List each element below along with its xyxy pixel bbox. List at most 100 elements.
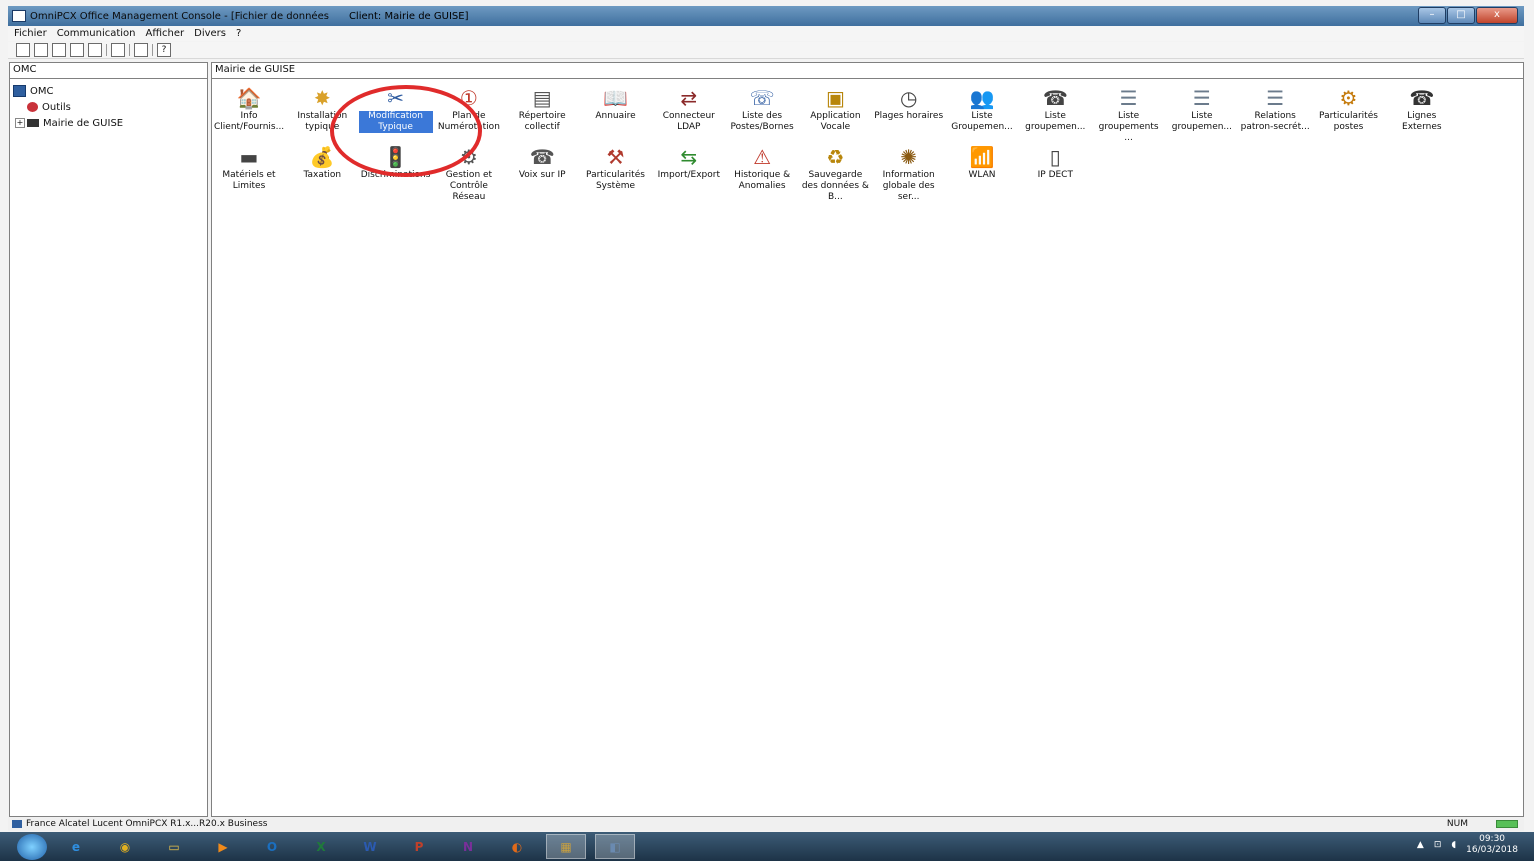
hardware-icon: ▬ — [239, 145, 259, 169]
network-icon[interactable]: ⊡ — [1434, 840, 1442, 850]
console-item[interactable]: ◷ Plages horaires — [872, 81, 946, 122]
minimize-button[interactable]: – — [1418, 7, 1446, 24]
console-item[interactable]: ⚙ Particularités postes — [1312, 81, 1386, 133]
console-item[interactable]: 📖 Annuaire — [579, 81, 653, 122]
console-item[interactable]: 👥 Liste Groupemen... — [945, 81, 1019, 133]
console-item-label: Liste groupements ... — [1098, 111, 1159, 143]
start-button[interactable] — [17, 833, 47, 860]
console-item[interactable]: ☎ Voix sur IP — [505, 140, 579, 181]
word-icon[interactable]: W — [350, 834, 390, 859]
console-item[interactable]: ⚒ Particularités Système — [579, 140, 653, 192]
console-item[interactable]: ▯ IP DECT — [1018, 140, 1092, 181]
menu-divers[interactable]: Divers — [194, 28, 226, 39]
tree-item-mairie[interactable]: + Mairie de GUISE — [13, 115, 207, 131]
tree-pane-header: OMC — [10, 63, 207, 79]
omc-app-icon[interactable]: ◧ — [595, 834, 635, 859]
backup-icon: ♻ — [826, 145, 845, 169]
tree-item-outils[interactable]: Outils — [13, 99, 207, 115]
clock[interactable]: 09:30 16/03/2018 — [1466, 834, 1518, 856]
console-item-label: Plages horaires — [874, 111, 944, 121]
console-item[interactable]: ☰ Liste groupements ... — [1092, 81, 1166, 144]
console-item[interactable]: ⚙ Gestion et Contrôle Réseau — [432, 140, 506, 203]
console-item[interactable]: ① Plan de Numérotation — [432, 81, 506, 133]
title-bar: OmniPCX Office Management Console - [Fic… — [8, 6, 1524, 26]
help-icon[interactable]: ? — [157, 43, 171, 57]
console-item-label: Matériels et Limites — [222, 170, 276, 191]
console-item[interactable]: ▤ Répertoire collectif — [505, 81, 579, 133]
window-title-client: Client: Mairie de GUISE] — [348, 10, 469, 22]
console-item[interactable]: 🏠 Info Client/Fournis... — [212, 81, 286, 133]
console-item[interactable]: 🚦 Discriminations — [359, 140, 433, 181]
console-item[interactable]: ☎ Liste groupemen... — [1018, 81, 1092, 133]
console-item[interactable]: ♻ Sauvegarde des données & B... — [798, 140, 872, 203]
num-lock-indicator: NUM — [1446, 819, 1468, 829]
console-item[interactable]: ☏ Liste des Postes/Bornes — [725, 81, 799, 133]
traffic-light-icon: 🚦 — [383, 145, 409, 169]
menu-help[interactable]: ? — [236, 28, 241, 39]
console-item[interactable]: ☰ Relations patron-secrét... — [1238, 81, 1312, 133]
maximize-button[interactable]: □ — [1447, 7, 1475, 24]
wlan-icon: 📶 — [969, 145, 995, 169]
close-button[interactable]: x — [1476, 7, 1518, 24]
export-icon[interactable] — [88, 43, 102, 57]
omc-icon — [12, 820, 22, 828]
external-lines-icon: ☎ — [1409, 86, 1435, 110]
console-item-label: Import/Export — [657, 170, 720, 180]
console-item[interactable]: ⇆ Import/Export — [652, 140, 726, 181]
menu-fichier[interactable]: Fichier — [14, 28, 47, 39]
console-item[interactable]: ▣ Application Vocale — [798, 81, 872, 133]
menu-communication[interactable]: Communication — [57, 28, 136, 39]
tray-arrow-icon[interactable]: ▲ — [1417, 840, 1424, 850]
console-item[interactable]: ☰ Liste groupemen... — [1165, 81, 1239, 133]
list-icon: ☰ — [1119, 86, 1138, 110]
import-export-icon: ⇆ — [680, 145, 698, 169]
console-item-label: Modification Typique — [358, 111, 433, 133]
open-folder-icon[interactable] — [34, 43, 48, 57]
ip-dect-icon: ▯ — [1049, 145, 1061, 169]
console-item[interactable]: ✸ Installation typique — [285, 81, 359, 133]
volume-icon[interactable]: ◖ — [1451, 840, 1456, 850]
connection-indicator — [1496, 820, 1518, 828]
ie-icon[interactable]: e — [56, 834, 96, 859]
pbx-icon — [27, 119, 39, 127]
console-item[interactable]: ⚠ Historique & Anomalies — [725, 140, 799, 192]
tree-label: Mairie de GUISE — [43, 117, 124, 129]
explorer-icon[interactable]: ▭ — [154, 834, 194, 859]
console-item[interactable]: ⇄ Connecteur LDAP — [652, 81, 726, 133]
window-title: OmniPCX Office Management Console - [Fic… — [30, 10, 329, 22]
save-as-icon[interactable] — [70, 43, 84, 57]
console-item[interactable]: ☎ Lignes Externes — [1385, 81, 1459, 133]
menu-bar: Fichier Communication Afficher Divers ? — [8, 26, 1524, 41]
excel-icon[interactable]: X — [301, 834, 341, 859]
expand-icon[interactable]: + — [15, 118, 25, 128]
console-item[interactable]: ▬ Matériels et Limites — [212, 140, 286, 192]
typical-installation-icon: ✸ — [313, 86, 331, 110]
voip-icon: ☎ — [529, 145, 555, 169]
print-icon[interactable] — [111, 43, 125, 57]
firefox-icon[interactable]: ◐ — [497, 834, 537, 859]
console-item-label: Information globale des ser... — [882, 170, 935, 202]
tree-pane[interactable]: OMC OMC Outils + Mairie de GUISE — [9, 62, 208, 817]
station-features-icon: ⚙ — [1339, 86, 1358, 110]
content-pane: Mairie de GUISE 🏠 Info Client/Fournis... ✸… — [211, 62, 1524, 817]
powerpoint-icon[interactable]: P — [399, 834, 439, 859]
tool-app-icon[interactable]: ▦ — [546, 834, 586, 859]
clock-icon: ◷ — [899, 86, 918, 110]
console-item[interactable]: 📶 WLAN — [945, 140, 1019, 181]
onenote-icon[interactable]: N — [448, 834, 488, 859]
outlook-icon[interactable]: O — [252, 834, 292, 859]
console-item[interactable]: ✂ Modification Typique — [358, 81, 433, 133]
console-item[interactable]: 💰 Taxation — [285, 140, 359, 181]
new-file-icon[interactable] — [16, 43, 30, 57]
book-icon[interactable] — [134, 43, 148, 57]
chrome-icon[interactable]: ◉ — [105, 834, 145, 859]
save-icon[interactable] — [52, 43, 66, 57]
media-player-icon[interactable]: ▶ — [203, 834, 243, 859]
ldap-icon: ⇄ — [680, 86, 698, 110]
relations-icon: ☰ — [1266, 86, 1285, 110]
console-item[interactable]: ✺ Information globale des ser... — [872, 140, 946, 203]
console-item-label: Répertoire collectif — [518, 111, 566, 132]
tree-item-omc[interactable]: OMC — [13, 83, 207, 99]
toolbar-separator — [152, 44, 153, 56]
menu-afficher[interactable]: Afficher — [146, 28, 185, 39]
